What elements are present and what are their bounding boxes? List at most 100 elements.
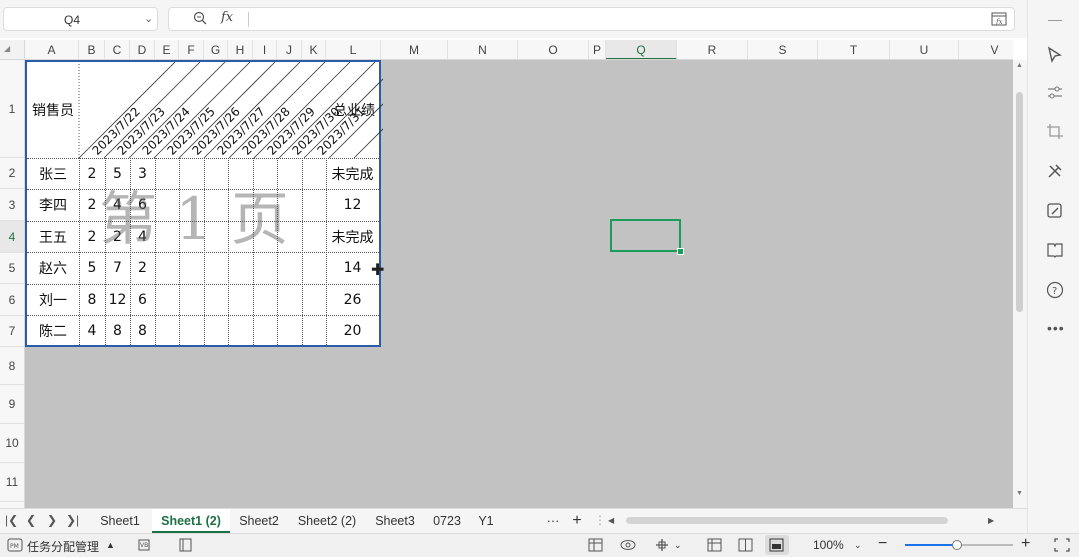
more-sheets-icon[interactable]: ··· — [542, 509, 564, 533]
zoom-formula-icon[interactable] — [193, 11, 207, 25]
column-header-r[interactable]: R — [677, 40, 748, 59]
sheet-tab[interactable]: Y1 — [470, 509, 502, 533]
total-cell[interactable]: 未完成 — [326, 158, 379, 189]
zoom-level[interactable]: 100% — [813, 538, 844, 552]
column-header-h[interactable]: H — [228, 40, 253, 59]
sheet-tab[interactable]: Sheet1 (2) — [152, 509, 230, 533]
column-header-f[interactable]: F — [179, 40, 204, 59]
total-cell[interactable]: 20 — [326, 315, 379, 347]
row-header-4[interactable]: 4 — [0, 221, 24, 253]
crop-icon[interactable] — [1046, 123, 1064, 141]
salesperson-cell[interactable]: 张三 — [27, 158, 79, 189]
column-header-n[interactable]: N — [448, 40, 518, 59]
book-icon[interactable] — [1046, 241, 1064, 259]
salesperson-cell[interactable]: 刘一 — [27, 284, 79, 315]
table-settings-icon[interactable] — [588, 538, 604, 552]
value-cell[interactable]: 12 — [105, 284, 130, 315]
zoom-in-button[interactable]: + — [1021, 535, 1030, 553]
selected-cell-q4[interactable] — [610, 219, 681, 252]
sliders-icon[interactable] — [1046, 84, 1064, 102]
column-header-q[interactable]: Q — [606, 40, 677, 59]
select-all-corner[interactable]: ◢ — [0, 40, 25, 60]
column-header-a[interactable]: A — [25, 40, 79, 59]
row-header-9[interactable]: 9 — [0, 385, 24, 424]
row-header-6[interactable]: 6 — [0, 284, 24, 316]
normal-view-icon[interactable] — [707, 538, 723, 552]
column-header-m[interactable]: M — [381, 40, 448, 59]
total-cell[interactable]: 26 — [326, 284, 379, 315]
column-header-s[interactable]: S — [748, 40, 818, 59]
chevron-down-icon[interactable]: ⌄ — [854, 540, 862, 551]
next-sheet-icon[interactable]: ❯ — [47, 513, 57, 527]
row-header-5[interactable]: 5 — [0, 253, 24, 284]
salesperson-cell[interactable]: 赵六 — [27, 252, 79, 284]
header-total[interactable]: 总业绩 — [329, 92, 379, 128]
value-cell[interactable]: 2 — [130, 252, 155, 284]
last-sheet-icon[interactable]: ❯| — [66, 513, 79, 527]
salesperson-cell[interactable]: 李四 — [27, 189, 79, 221]
column-header-e[interactable]: E — [155, 40, 179, 59]
row-header-10[interactable]: 10 — [0, 424, 24, 463]
prev-sheet-icon[interactable]: ❮ — [26, 513, 36, 527]
salesperson-cell[interactable]: 陈二 — [27, 315, 79, 347]
value-cell[interactable]: 5 — [79, 252, 105, 284]
row-header-2[interactable]: 2 — [0, 158, 24, 189]
formula-input[interactable]: fx fx — [168, 7, 1015, 31]
scroll-left-icon[interactable]: ◀ — [608, 516, 614, 525]
column-header-d[interactable]: D — [130, 40, 155, 59]
eye-icon[interactable] — [620, 538, 636, 552]
row-header-1[interactable]: 1 — [0, 60, 24, 158]
total-cell[interactable]: 未完成 — [326, 221, 379, 252]
expand-formula-icon[interactable]: fx — [991, 12, 1007, 26]
column-header-g[interactable]: G — [204, 40, 228, 59]
column-header-v[interactable]: V — [959, 40, 1013, 59]
page-break-view-button[interactable] — [765, 535, 789, 555]
cursor-icon[interactable] — [1046, 46, 1064, 64]
sheet-tab[interactable]: Sheet1 — [88, 509, 152, 533]
header-salesperson[interactable]: 销售员 — [27, 62, 79, 158]
page-layout-icon[interactable] — [738, 538, 754, 552]
name-box[interactable]: Q4 ⌄ — [3, 7, 158, 31]
value-cell[interactable]: 8 — [105, 315, 130, 347]
salesperson-cell[interactable]: 王五 — [27, 221, 79, 252]
sheet-tab[interactable]: 0723 — [424, 509, 470, 533]
total-cell[interactable]: 12 — [326, 189, 379, 221]
vertical-scrollbar[interactable]: ▲ ▼ — [1013, 60, 1027, 508]
scroll-down-icon[interactable]: ▼ — [1016, 490, 1023, 497]
column-header-b[interactable]: B — [79, 40, 105, 59]
column-header-t[interactable]: T — [818, 40, 890, 59]
help-icon[interactable]: ? — [1046, 281, 1064, 299]
row-header-8[interactable]: 8 — [0, 347, 24, 385]
sheet-tab[interactable]: Sheet2 (2) — [288, 509, 366, 533]
freeze-icon[interactable] — [654, 538, 670, 552]
chevron-down-icon[interactable]: ⌄ — [674, 540, 682, 551]
column-header-u[interactable]: U — [890, 40, 959, 59]
sheet-tab[interactable]: Sheet2 — [230, 509, 288, 533]
column-header-j[interactable]: J — [277, 40, 302, 59]
add-sheet-button[interactable]: + — [569, 509, 585, 533]
scroll-right-icon[interactable]: ▶ — [988, 516, 994, 525]
value-cell[interactable]: 7 — [105, 252, 130, 284]
value-cell[interactable]: 8 — [130, 315, 155, 347]
zoom-out-button[interactable]: − — [878, 535, 887, 553]
fx-icon[interactable]: fx — [221, 10, 233, 25]
task-label[interactable]: 任务分配管理 — [27, 538, 99, 555]
first-sheet-icon[interactable]: |❮ — [5, 513, 18, 527]
column-header-o[interactable]: O — [518, 40, 589, 59]
value-cell[interactable]: 6 — [130, 284, 155, 315]
chevron-down-icon[interactable]: ⌄ — [144, 12, 153, 25]
chevron-up-icon[interactable]: ▲ — [106, 540, 115, 550]
vertical-scroll-thumb[interactable] — [1016, 92, 1023, 312]
row-header-11[interactable]: 11 — [0, 463, 24, 502]
horizontal-scroll-thumb[interactable] — [626, 517, 948, 524]
fullscreen-icon[interactable] — [1054, 538, 1070, 552]
column-header-p[interactable]: P — [589, 40, 606, 59]
value-cell[interactable]: 8 — [79, 284, 105, 315]
row-header-7[interactable]: 7 — [0, 316, 24, 347]
tools-icon[interactable] — [1046, 162, 1064, 180]
sheet-area[interactable]: 2023/7/22 2023/7/23 2023/7/24 2023/7/25 2023… — [25, 60, 1013, 508]
minimize-icon[interactable] — [1048, 20, 1062, 21]
column-header-i[interactable]: I — [253, 40, 277, 59]
column-header-k[interactable]: K — [302, 40, 326, 59]
edit-sheet-icon[interactable] — [1046, 202, 1064, 220]
